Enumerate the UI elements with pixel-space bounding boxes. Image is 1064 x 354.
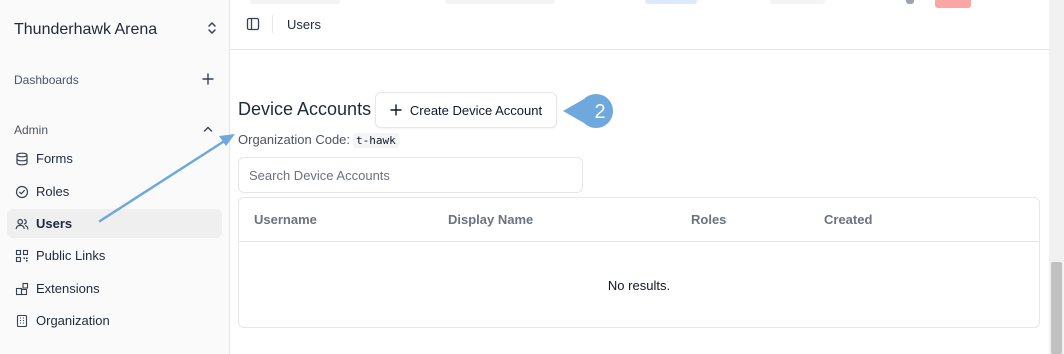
create-device-account-button[interactable]: Create Device Account — [375, 92, 557, 128]
org-code-value: t-hawk — [353, 133, 399, 148]
sidebar-item-label: Roles — [36, 184, 70, 199]
sidebar-item-label: Organization — [36, 313, 110, 328]
org-name: Thunderhawk Arena — [14, 21, 158, 38]
divider — [272, 15, 273, 33]
page-title: Device Accounts — [238, 99, 372, 119]
org-code-label: Organization Code: — [238, 132, 351, 147]
blocks-icon — [15, 282, 29, 296]
sidebar-item-public-links[interactable]: Public Links — [7, 241, 222, 270]
sidebar-item-extensions[interactable]: Extensions — [7, 274, 222, 303]
scrollbar-thumb[interactable] — [1051, 262, 1062, 354]
sidebar-item-label: Forms — [36, 151, 73, 166]
column-header-username[interactable]: Username — [254, 212, 317, 227]
column-header-display-name[interactable]: Display Name — [448, 212, 533, 227]
table-header: Username Display Name Roles Created — [239, 198, 1039, 242]
search-device-accounts-input[interactable] — [238, 157, 583, 193]
column-header-created[interactable]: Created — [824, 212, 872, 227]
sidebar-item-forms[interactable]: Forms — [7, 144, 222, 173]
step-number: 2 — [594, 101, 605, 123]
database-icon — [15, 152, 29, 166]
circle-check-icon — [15, 185, 29, 199]
scrolled-row-remnant — [230, 0, 1064, 8]
sidebar-item-label: Users — [36, 216, 73, 231]
empty-state: No results. — [607, 277, 671, 293]
organization-code: Organization Code: t-hawk — [238, 132, 399, 148]
sidebar-item-users[interactable]: Users — [7, 209, 222, 238]
plus-icon — [390, 104, 402, 116]
sidebar-item-label: Public Links — [36, 248, 106, 263]
sidebar-item-roles[interactable]: Roles — [7, 177, 222, 206]
sidebar-toggle-icon[interactable] — [246, 17, 260, 31]
step-callout: 2 — [563, 94, 614, 128]
org-switcher[interactable]: Thunderhawk Arena — [14, 18, 218, 42]
sidebar-item-label: Extensions — [36, 281, 100, 296]
users-icon — [15, 217, 29, 231]
scrollbar[interactable] — [1049, 0, 1064, 354]
create-button-label: Create Device Account — [409, 102, 543, 118]
column-header-roles[interactable]: Roles — [691, 212, 726, 227]
top-bar: Users — [230, 0, 1064, 50]
qr-code-icon — [15, 249, 29, 263]
sidebar-item-organization[interactable]: Organization — [7, 306, 222, 335]
building-icon — [15, 314, 29, 328]
breadcrumb: Users — [287, 17, 321, 32]
section-label-admin: Admin — [14, 123, 49, 137]
section-label-dashboards: Dashboards — [14, 73, 79, 87]
chevron-up-icon[interactable] — [201, 122, 215, 136]
chevrons-up-down-icon — [206, 21, 218, 40]
sidebar: Thunderhawk Arena Dashboards Admin Forms… — [0, 0, 230, 354]
device-accounts-table: Username Display Name Roles Created No r… — [238, 197, 1040, 328]
add-dashboard-icon[interactable] — [201, 72, 215, 86]
